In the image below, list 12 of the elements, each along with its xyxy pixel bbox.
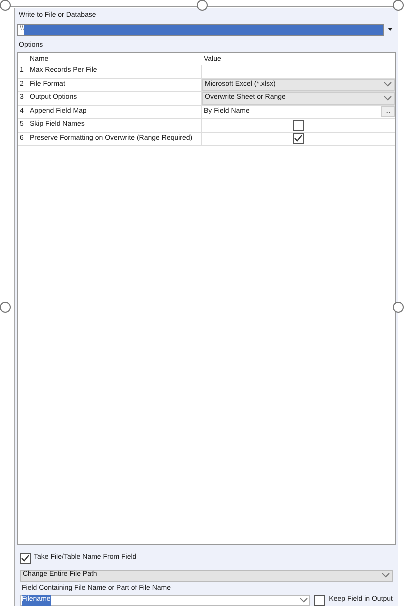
resize-handle-icon[interactable]: [197, 0, 208, 11]
resize-handle-icon[interactable]: [393, 0, 404, 11]
chevron-down-icon: [300, 598, 308, 603]
checkbox[interactable]: [20, 552, 31, 564]
checkbox[interactable]: [293, 133, 304, 144]
resize-handle-icon[interactable]: [393, 302, 404, 313]
chevron-down-icon: [382, 573, 390, 578]
resize-handle-icon[interactable]: [0, 0, 11, 11]
caret-icon: [388, 28, 392, 31]
checkbox[interactable]: [314, 595, 326, 606]
resize-handle-icon[interactable]: [0, 302, 11, 313]
checkbox[interactable]: [293, 120, 304, 131]
